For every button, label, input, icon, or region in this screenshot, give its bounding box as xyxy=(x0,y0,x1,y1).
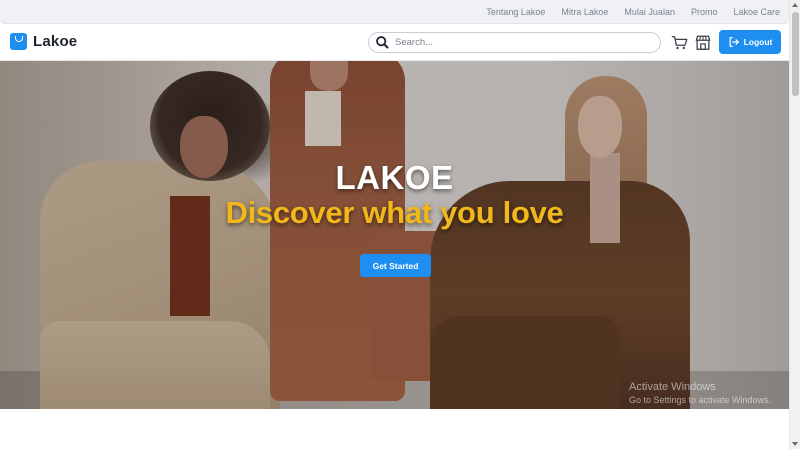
brand-logo[interactable]: Lakoe xyxy=(10,33,77,50)
hero-overlay xyxy=(0,61,789,409)
watermark-line-2: Go to Settings to activate Windows. xyxy=(629,395,772,405)
scrollbar-thumb[interactable] xyxy=(792,12,799,96)
watermark-line-1: Activate Windows xyxy=(629,381,716,393)
store-icon[interactable] xyxy=(694,34,712,52)
search-input[interactable] xyxy=(395,37,635,48)
main-header: Lakoe L xyxy=(0,24,789,61)
top-links: Tentang Lakoe Mitra Lakoe Mulai Jualan P… xyxy=(470,0,780,24)
page-scrollbar[interactable] xyxy=(789,0,800,449)
brand-name: Lakoe xyxy=(33,33,78,50)
logout-label: Logout xyxy=(743,37,773,47)
top-utility-bar: Tentang Lakoe Mitra Lakoe Mulai Jualan P… xyxy=(0,0,789,24)
cart-icon[interactable] xyxy=(671,34,689,52)
top-link-lakoe-care[interactable]: Lakoe Care xyxy=(733,7,780,17)
hero-subtitle: Discover what you love xyxy=(225,195,564,230)
get-started-button[interactable]: Get Started xyxy=(360,254,431,277)
top-link-mulai-jualan[interactable]: Mulai Jualan xyxy=(624,7,675,17)
page: Tentang Lakoe Mitra Lakoe Mulai Jualan P… xyxy=(0,0,800,449)
windows-activation-watermark: Activate Windows Go to Settings to activ… xyxy=(629,381,771,405)
top-link-promo[interactable]: Promo xyxy=(691,7,718,17)
shopping-bag-icon xyxy=(10,33,27,50)
search-icon xyxy=(376,35,389,48)
hero-title: LAKOE xyxy=(335,159,454,196)
hero-banner: LAKOE Discover what you love Get Started… xyxy=(0,61,789,409)
logout-button[interactable]: Logout xyxy=(719,30,781,54)
search-box xyxy=(368,32,661,53)
top-link-mitra-lakoe[interactable]: Mitra Lakoe xyxy=(561,7,608,17)
top-link-tentang-lakoe[interactable]: Tentang Lakoe xyxy=(486,7,545,17)
scroll-down-arrow-icon[interactable] xyxy=(792,442,798,446)
scroll-up-arrow-icon[interactable] xyxy=(792,3,798,7)
logout-icon xyxy=(729,37,739,47)
